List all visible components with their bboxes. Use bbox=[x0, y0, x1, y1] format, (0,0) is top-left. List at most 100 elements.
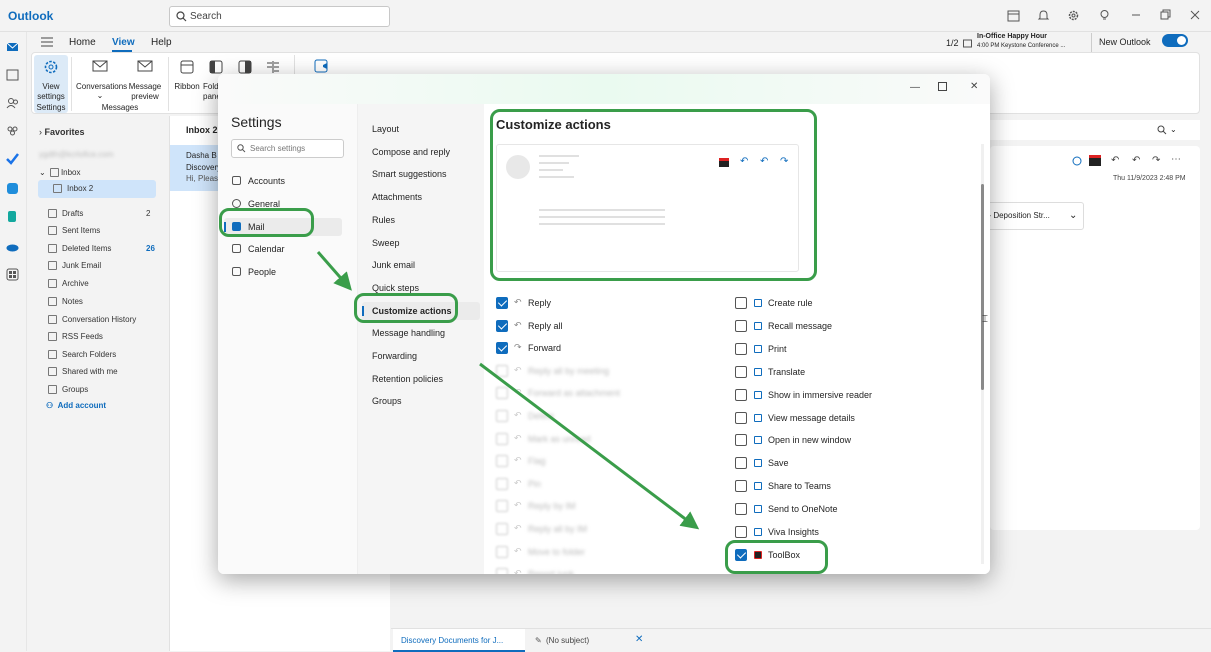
checkbox-print[interactable] bbox=[735, 342, 747, 355]
option-icon bbox=[754, 321, 762, 330]
folder-inbox-2[interactable]: Inbox 2 bbox=[38, 180, 156, 198]
folder-inbox[interactable]: ⌄ Inbox bbox=[39, 168, 81, 178]
folder-label: Groups bbox=[62, 385, 89, 394]
new-outlook-toggle[interactable] bbox=[1162, 34, 1188, 47]
reading-pane-icon[interactable] bbox=[238, 60, 252, 74]
zoom-icon[interactable] bbox=[1157, 125, 1167, 135]
tab-view[interactable]: View bbox=[112, 37, 135, 48]
folder-sent-items[interactable]: Sent Items bbox=[46, 225, 158, 237]
folder-junk-email[interactable]: Junk Email bbox=[46, 260, 158, 272]
close-icon[interactable]: ✕ bbox=[970, 81, 978, 92]
settings-nav-accounts[interactable]: Accounts bbox=[224, 172, 342, 190]
mail-app-icon[interactable] bbox=[6, 40, 20, 54]
calendar-icon[interactable] bbox=[1007, 9, 1021, 23]
folder-pane-icon bbox=[209, 60, 223, 74]
settings-search[interactable]: Search settings bbox=[231, 139, 344, 158]
close-icon[interactable]: ✕ bbox=[635, 634, 643, 645]
immersive-reader-icon[interactable] bbox=[314, 59, 330, 73]
folder-drafts[interactable]: Drafts 2 bbox=[46, 208, 158, 220]
checkbox-save[interactable] bbox=[735, 457, 747, 470]
folder-label: Conversation History bbox=[62, 315, 137, 324]
checkbox-send-to-onenote[interactable] bbox=[735, 503, 747, 516]
checkbox-view-message-details[interactable] bbox=[735, 411, 747, 424]
folder-icon bbox=[53, 184, 62, 193]
folder-notes[interactable]: Notes bbox=[46, 296, 158, 308]
minimize-icon[interactable]: — bbox=[910, 82, 920, 93]
checkbox-viva-insights[interactable] bbox=[735, 526, 747, 538]
checkbox-share-to-teams[interactable] bbox=[735, 480, 747, 493]
checkbox-move-to-folder[interactable] bbox=[496, 545, 508, 558]
account-email[interactable]: ygdth@kcrlofice.com bbox=[39, 150, 113, 159]
maximize-icon[interactable] bbox=[938, 82, 947, 91]
option-label: Report junk bbox=[528, 569, 574, 574]
density-icon[interactable] bbox=[266, 60, 280, 74]
tab-home[interactable]: Home bbox=[69, 37, 96, 48]
conversations-button[interactable]: Conversations ⌄ bbox=[76, 55, 127, 101]
attachment-name: t - Deposition Str... bbox=[984, 211, 1050, 220]
minimize-icon[interactable] bbox=[1130, 9, 1144, 23]
checkbox-recall-message[interactable] bbox=[735, 319, 747, 332]
message-sender: Dasha B bbox=[186, 151, 217, 160]
hamburger-icon[interactable] bbox=[41, 37, 53, 47]
chevron-down-icon[interactable]: ⌄ bbox=[1170, 125, 1177, 134]
bell-icon[interactable] bbox=[1037, 9, 1051, 23]
groups-app-icon[interactable] bbox=[6, 124, 20, 138]
mail-nav-smart-suggestions[interactable]: Smart suggestions bbox=[362, 165, 480, 183]
option-icon bbox=[754, 367, 762, 376]
search-box[interactable]: Search bbox=[169, 6, 390, 27]
search-input[interactable]: Search bbox=[190, 11, 222, 22]
chevron-down-icon[interactable]: ⌄ bbox=[1069, 210, 1077, 221]
mail-nav-compose-and-reply[interactable]: Compose and reply bbox=[362, 143, 480, 161]
divider bbox=[1091, 33, 1092, 53]
reminder-title[interactable]: In-Office Happy Hour bbox=[977, 33, 1047, 40]
todo-app-icon[interactable] bbox=[6, 152, 20, 166]
onenote-app-icon[interactable] bbox=[6, 210, 20, 224]
arrow-to-toolbox bbox=[479, 362, 700, 530]
scrollbar-thumb[interactable] bbox=[981, 184, 984, 390]
onedrive-app-icon[interactable] bbox=[6, 240, 20, 254]
reply-icon[interactable]: ↶ bbox=[1111, 155, 1119, 166]
restore-icon[interactable] bbox=[1159, 9, 1173, 23]
calendar-app-icon[interactable] bbox=[6, 68, 20, 82]
folder-label: Deleted Items bbox=[62, 244, 112, 253]
mail-nav-layout[interactable]: Layout bbox=[362, 120, 480, 138]
add-account-link[interactable]: ⚇ Add account bbox=[46, 401, 106, 410]
more-icon[interactable]: ⋯ bbox=[1171, 154, 1181, 165]
apps-icon[interactable] bbox=[6, 268, 20, 282]
checkbox-create-rule[interactable] bbox=[735, 297, 747, 309]
folder-archive[interactable]: Archive bbox=[46, 278, 158, 290]
lightbulb-icon[interactable] bbox=[1098, 9, 1112, 23]
favorites-header[interactable]: › Favorites bbox=[39, 127, 85, 137]
attachment-card[interactable]: t - Deposition Str... ⌄ bbox=[983, 202, 1084, 230]
teams-app-icon[interactable] bbox=[6, 182, 20, 196]
gear-icon[interactable] bbox=[1067, 9, 1081, 23]
tab-help[interactable]: Help bbox=[151, 37, 172, 48]
person-icon bbox=[232, 176, 241, 185]
folder-deleted-items[interactable]: Deleted Items 26 bbox=[46, 243, 158, 255]
folder-conversation-history[interactable]: Conversation History bbox=[46, 314, 158, 326]
toolbox-icon[interactable] bbox=[1089, 155, 1101, 166]
folder-rss-feeds[interactable]: RSS Feeds bbox=[46, 331, 158, 343]
option-icon bbox=[754, 413, 762, 422]
folder-search-folders[interactable]: Search Folders bbox=[46, 349, 158, 361]
mail-nav-rules[interactable]: Rules bbox=[362, 211, 480, 229]
emoji-icon[interactable] bbox=[1072, 156, 1082, 166]
checkbox-report-junk[interactable] bbox=[496, 568, 508, 574]
mail-nav-attachments[interactable]: Attachments bbox=[362, 188, 480, 206]
people-app-icon[interactable] bbox=[6, 96, 20, 110]
chevron-down-icon: ⌄ bbox=[96, 91, 104, 100]
forward-icon[interactable]: ↷ bbox=[1152, 155, 1160, 166]
reply-all-icon[interactable]: ↶ bbox=[1132, 155, 1140, 166]
tab-draft-discovery[interactable]: Discovery Documents for J... bbox=[393, 629, 525, 652]
tab-no-subject[interactable]: ✎ (No subject) ✕ bbox=[531, 629, 656, 652]
message-preview-button[interactable]: Message preview bbox=[126, 55, 164, 101]
settings-search-input[interactable]: Search settings bbox=[250, 144, 305, 153]
folder-shared-with-me[interactable]: Shared with me bbox=[46, 366, 158, 378]
close-icon[interactable] bbox=[1189, 9, 1203, 23]
ribbon-layout-button[interactable]: Ribbon bbox=[172, 55, 202, 101]
checkbox-translate[interactable] bbox=[735, 365, 747, 378]
folder-icon bbox=[48, 279, 57, 288]
checkbox-show-in-immersive-reader[interactable] bbox=[735, 388, 747, 401]
folder-groups[interactable]: Groups bbox=[46, 384, 158, 396]
checkbox-open-in-new-window[interactable] bbox=[735, 434, 747, 447]
